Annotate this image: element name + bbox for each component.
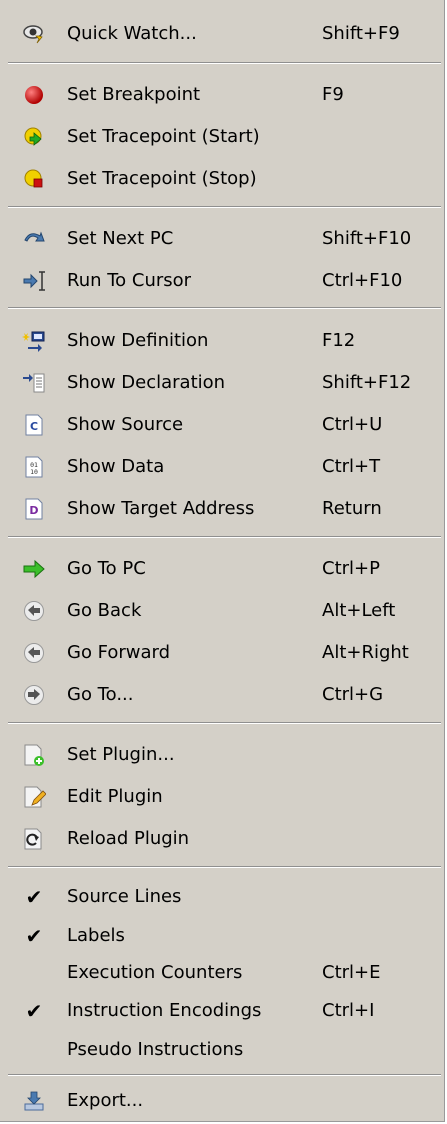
menu-item-show-source[interactable]: C Show Source Ctrl+U <box>0 404 441 446</box>
menu-item-set-breakpoint[interactable]: Set Breakpoint F9 <box>0 74 441 116</box>
menu-item-label: Set Breakpoint <box>67 84 201 105</box>
menu-item-labels[interactable]: ✔ Labels <box>0 915 441 957</box>
menu-item-shortcut: Ctrl+E <box>322 962 381 983</box>
menu-separator <box>8 62 441 64</box>
menu-item-label: Set Next PC <box>67 228 174 249</box>
menu-item-go-forward[interactable]: Go Forward Alt+Right <box>0 632 441 674</box>
data-file-icon: 01 10 <box>22 455 46 479</box>
menu-item-label: Show Source <box>67 414 184 435</box>
edit-plugin-icon <box>22 785 46 809</box>
menu-item-label: Go Back <box>67 600 142 621</box>
reload-plugin-icon <box>22 827 46 851</box>
menu-item-label: Pseudo Instructions <box>67 1039 244 1060</box>
menu-item-shortcut: F9 <box>322 84 344 105</box>
menu-item-label: Execution Counters <box>67 962 243 983</box>
quick-watch-icon <box>22 22 46 46</box>
menu-item-label: Show Data <box>67 456 165 477</box>
menu-item-shortcut: Shift+F10 <box>322 228 412 249</box>
back-icon <box>22 599 46 623</box>
forward-icon <box>22 641 46 665</box>
menu-item-shortcut: Alt+Right <box>322 642 409 663</box>
menu-item-export[interactable]: Export... <box>0 1080 441 1122</box>
menu-item-shortcut: Shift+F9 <box>322 23 400 44</box>
menu-item-go-back[interactable]: Go Back Alt+Left <box>0 590 441 632</box>
svg-text:D: D <box>29 504 38 517</box>
menu-item-label: Quick Watch... <box>67 23 197 44</box>
run-to-cursor-icon <box>22 269 46 293</box>
checkmark-icon: ✔ <box>25 999 43 1023</box>
menu-item-set-plugin[interactable]: Set Plugin... <box>0 734 441 776</box>
menu-item-set-next-pc[interactable]: Set Next PC Shift+F10 <box>0 218 441 260</box>
menu-item-shortcut: Ctrl+P <box>322 558 380 579</box>
menu-item-label: Export... <box>67 1090 144 1111</box>
declaration-icon <box>22 371 46 395</box>
definition-icon <box>22 329 46 353</box>
menu-separator <box>8 722 441 724</box>
menu-item-pseudo-instructions[interactable]: Pseudo Instructions <box>0 1029 441 1071</box>
menu-item-label: Run To Cursor <box>67 270 192 291</box>
next-pc-icon <box>22 227 46 251</box>
menu-item-instruction-encodings[interactable]: ✔ Instruction Encodings Ctrl+I <box>0 990 441 1032</box>
menu-item-show-declaration[interactable]: Show Declaration Shift+F12 <box>0 362 441 404</box>
menu-item-shortcut: Return <box>322 498 382 519</box>
menu-item-show-definition[interactable]: Show Definition F12 <box>0 320 441 362</box>
menu-item-shortcut: Ctrl+F10 <box>322 270 403 291</box>
menu-item-label: Instruction Encodings <box>67 1000 262 1021</box>
menu-separator <box>8 206 441 208</box>
menu-item-go-to-pc[interactable]: Go To PC Ctrl+P <box>0 548 441 590</box>
menu-item-set-tracepoint-stop[interactable]: Set Tracepoint (Stop) <box>0 158 441 200</box>
menu-item-run-to-cursor[interactable]: Run To Cursor Ctrl+F10 <box>0 260 441 302</box>
menu-item-go-to[interactable]: Go To... Ctrl+G <box>0 674 441 716</box>
checkmark-icon: ✔ <box>25 924 43 948</box>
menu-item-execution-counters[interactable]: Execution Counters Ctrl+E <box>0 952 441 994</box>
menu-item-label: Set Plugin... <box>67 744 175 765</box>
menu-item-set-tracepoint-start[interactable]: Set Tracepoint (Start) <box>0 116 441 158</box>
source-file-icon: C <box>22 413 46 437</box>
svg-text:C: C <box>30 420 38 433</box>
menu-item-shortcut: Shift+F12 <box>322 372 412 393</box>
menu-item-label: Show Declaration <box>67 372 226 393</box>
menu-item-shortcut: Ctrl+U <box>322 414 383 435</box>
menu-item-label: Reload Plugin <box>67 828 190 849</box>
menu-item-label: Go To... <box>67 684 134 705</box>
menu-item-edit-plugin[interactable]: Edit Plugin <box>0 776 441 818</box>
menu-item-shortcut: F12 <box>322 330 356 351</box>
breakpoint-icon <box>22 83 46 107</box>
menu-item-label: Set Tracepoint (Start) <box>67 126 260 147</box>
menu-separator <box>8 536 441 538</box>
menu-item-show-data[interactable]: 01 10 Show Data Ctrl+T <box>0 446 441 488</box>
menu-item-label: Set Tracepoint (Stop) <box>67 168 257 189</box>
svg-text:10: 10 <box>30 468 38 476</box>
menu-separator <box>8 866 441 868</box>
menu-item-show-target-address[interactable]: D Show Target Address Return <box>0 488 441 530</box>
tracepoint-start-icon <box>22 125 46 149</box>
menu-item-shortcut: Ctrl+I <box>322 1000 375 1021</box>
menu-item-reload-plugin[interactable]: Reload Plugin <box>0 818 441 860</box>
menu-item-quick-watch[interactable]: Quick Watch... Shift+F9 <box>0 13 441 55</box>
menu-item-source-lines[interactable]: ✔ Source Lines <box>0 876 441 918</box>
menu-item-shortcut: Ctrl+T <box>322 456 381 477</box>
green-arrow-icon <box>22 557 46 581</box>
menu-item-label: Source Lines <box>67 886 182 907</box>
menu-item-label: Show Definition <box>67 330 209 351</box>
goto-icon <box>22 683 46 707</box>
menu-item-label: Labels <box>67 925 125 946</box>
menu-item-label: Show Target Address <box>67 498 255 519</box>
menu-item-shortcut: Alt+Left <box>322 600 396 621</box>
disassembly-file-icon: D <box>22 497 46 521</box>
checkmark-icon: ✔ <box>25 885 43 909</box>
menu-separator <box>8 1074 441 1076</box>
menu-separator <box>8 307 441 309</box>
tracepoint-stop-icon <box>22 167 46 191</box>
context-menu: Quick Watch... Shift+F9 Set Breakpoint F… <box>0 0 445 1122</box>
menu-item-shortcut: Ctrl+G <box>322 684 384 705</box>
add-plugin-icon <box>22 743 46 767</box>
menu-item-label: Edit Plugin <box>67 786 163 807</box>
menu-item-label: Go Forward <box>67 642 171 663</box>
export-icon <box>22 1089 46 1113</box>
menu-item-label: Go To PC <box>67 558 146 579</box>
